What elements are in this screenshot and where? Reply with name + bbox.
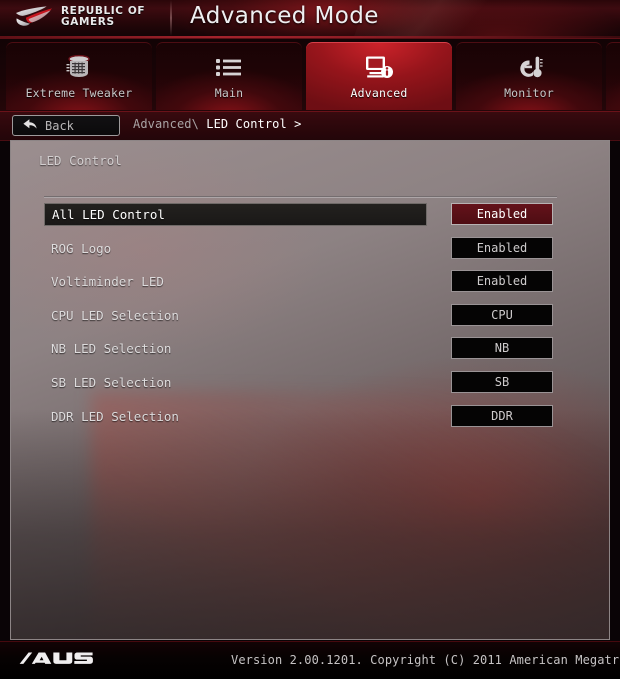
tab-extreme-tweaker[interactable]: Extreme Tweaker [6, 42, 152, 110]
settings-row[interactable]: Voltiminder LED Enabled [11, 267, 609, 301]
breadcrumb-parent[interactable]: Advanced\ [133, 117, 206, 131]
app-footer: Version 2.00.1201. Copyright (C) 2011 Am… [0, 641, 620, 679]
breadcrumb-current: LED Control > [206, 117, 302, 131]
settings-row-label[interactable]: Voltiminder LED [44, 270, 427, 293]
navigation-bar: Back Advanced\ LED Control > [0, 111, 620, 141]
header-divider [170, 0, 172, 36]
settings-row-value[interactable]: NB [451, 337, 553, 360]
tab-main[interactable]: Main [156, 42, 302, 110]
settings-row-label[interactable]: All LED Control [44, 203, 427, 226]
panel-vignette [11, 409, 609, 639]
settings-row[interactable]: ROG Logo Enabled [11, 234, 609, 268]
settings-panel: LED Control All LED Control Enabled ROG Lo… [10, 140, 610, 640]
settings-row-value[interactable]: DDR [451, 404, 553, 427]
settings-row-value[interactable]: Enabled [451, 236, 553, 259]
page-title: Advanced Mode [190, 3, 379, 29]
settings-row[interactable]: SB LED Selection SB [11, 368, 609, 402]
back-button-label: Back [45, 118, 74, 133]
cpu-heatsink-icon [64, 52, 94, 82]
app-header: REPUBLIC OF GAMERS Advanced Mode [0, 0, 620, 39]
breadcrumb: Advanced\ LED Control > [133, 117, 301, 131]
settings-row[interactable]: All LED Control Enabled [11, 200, 609, 234]
tab-label: Monitor [504, 86, 554, 100]
back-arrow-icon [22, 116, 38, 135]
settings-row[interactable]: NB LED Selection NB [11, 334, 609, 368]
tab-overflow-partial[interactable] [606, 42, 620, 110]
panel-separator [44, 196, 557, 198]
settings-row-value[interactable]: Enabled [451, 270, 553, 293]
monitor-info-icon [364, 52, 394, 82]
bios-advanced-mode-screen: REPUBLIC OF GAMERS Advanced Mode Extreme… [0, 0, 620, 679]
settings-row[interactable]: DDR LED Selection DDR [11, 402, 609, 436]
rog-eye-logo-icon [14, 4, 54, 30]
settings-row-value[interactable]: Enabled [451, 203, 553, 225]
settings-row-label[interactable]: ROG Logo [44, 237, 427, 260]
list-icon [215, 52, 243, 82]
settings-row-value[interactable]: CPU [451, 303, 553, 326]
header-bottom-rule [0, 36, 620, 38]
tab-monitor[interactable]: Monitor [456, 42, 602, 110]
main-tab-bar: Extreme Tweaker Main Advanced Monitor [0, 39, 620, 111]
tab-label: Main [214, 86, 244, 100]
back-button[interactable]: Back [12, 115, 120, 136]
settings-row-value[interactable]: SB [451, 370, 553, 393]
rog-branding: REPUBLIC OF GAMERS [14, 4, 145, 30]
panel-title: LED Control [39, 153, 122, 168]
settings-row-label[interactable]: SB LED Selection [44, 371, 427, 394]
asus-logo-icon [18, 650, 96, 671]
tab-label: Extreme Tweaker [25, 86, 133, 100]
tab-advanced[interactable]: Advanced [306, 42, 452, 110]
thermometer-gauge-icon [514, 52, 544, 82]
settings-row-label[interactable]: NB LED Selection [44, 337, 427, 360]
settings-row-list: All LED Control Enabled ROG Logo Enabled Vol… [11, 200, 609, 436]
settings-row[interactable]: CPU LED Selection CPU [11, 301, 609, 335]
brand-line-2: GAMERS [61, 16, 115, 28]
settings-row-label[interactable]: CPU LED Selection [44, 304, 427, 327]
settings-row-label[interactable]: DDR LED Selection [44, 405, 427, 428]
tab-label: Advanced [350, 86, 408, 100]
bios-version-text: Version 2.00.1201. Copyright (C) 2011 Am… [231, 653, 620, 667]
rog-brand-text: REPUBLIC OF GAMERS [61, 5, 145, 29]
